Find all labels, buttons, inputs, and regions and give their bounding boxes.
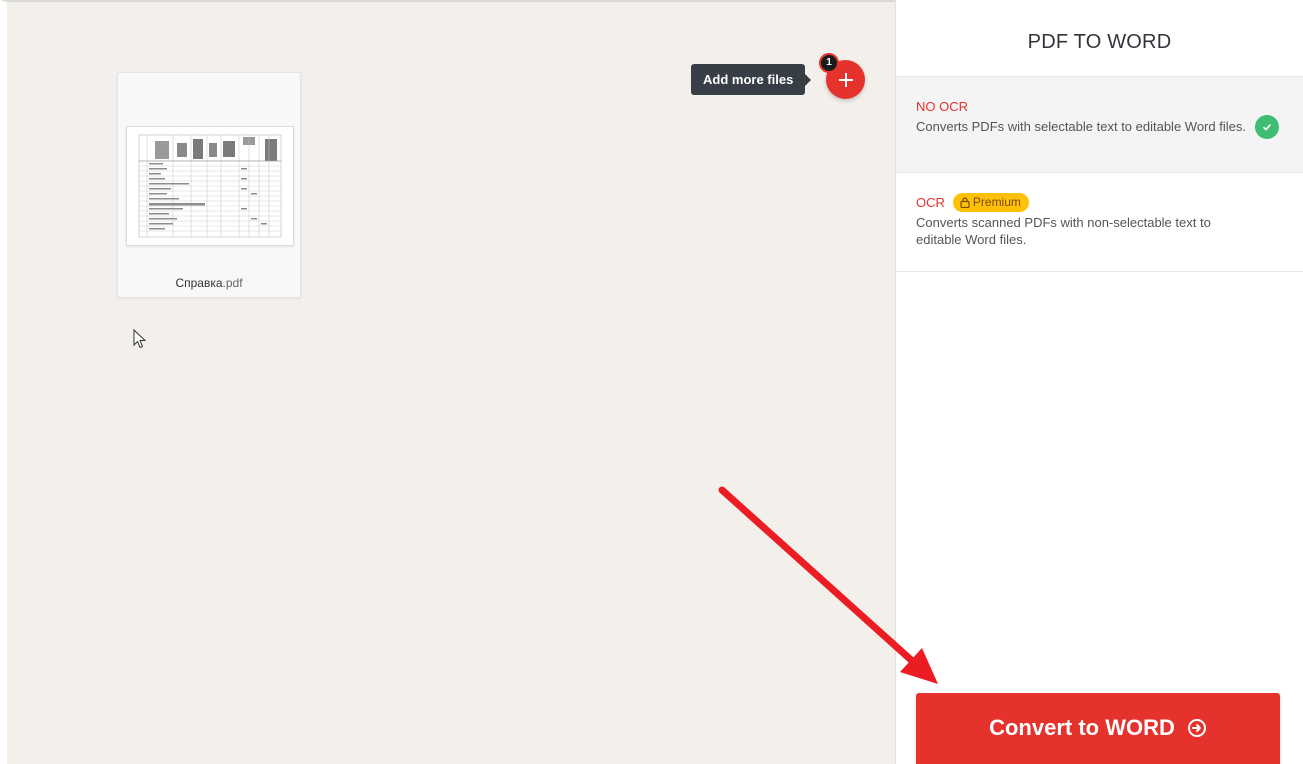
mouse-cursor-icon [133, 328, 147, 354]
app-window: Справка.pdf Add more files 1 PDF TO WORD… [0, 0, 1303, 764]
file-card[interactable]: Справка.pdf [117, 72, 301, 298]
option-no-ocr[interactable]: NO OCR Converts PDFs with selectable tex… [896, 76, 1303, 172]
sidebar-title: PDF TO WORD [1027, 31, 1172, 53]
options-sidebar: PDF TO WORD NO OCR Converts PDFs with se… [895, 0, 1303, 764]
premium-badge-label: Premium [972, 195, 1021, 209]
file-count-badge: 1 [819, 53, 839, 73]
file-workspace[interactable]: Справка.pdf [0, 0, 895, 764]
file-name-base: Справка [175, 276, 223, 290]
plus-icon [838, 72, 853, 87]
file-thumbnail [126, 126, 294, 246]
premium-badge: Premium [952, 192, 1029, 212]
file-extension: .pdf [222, 276, 243, 290]
convert-button-label: Convert to WORD [989, 715, 1175, 740]
lock-icon [960, 196, 970, 208]
option-ocr-title: OCR [916, 194, 945, 210]
add-more-files-tooltip: Add more files [691, 64, 812, 95]
option-ocr-description: Converts scanned PDFs with non-selectabl… [916, 215, 1211, 247]
check-circle-icon [1255, 115, 1279, 139]
option-ocr-title-row: OCR Premium [916, 192, 1283, 212]
option-no-ocr-description: Converts PDFs with selectable text to ed… [916, 119, 1246, 134]
option-ocr[interactable]: OCR Premium Converts scanned PDFs with n… [896, 172, 1303, 272]
option-no-ocr-title: NO OCR [916, 98, 968, 114]
convert-to-word-button[interactable]: Convert to WORD [916, 693, 1280, 764]
arrow-right-circle-icon [1187, 719, 1206, 737]
document-preview-icon [138, 134, 282, 238]
file-name: Справка.pdf [118, 276, 300, 290]
